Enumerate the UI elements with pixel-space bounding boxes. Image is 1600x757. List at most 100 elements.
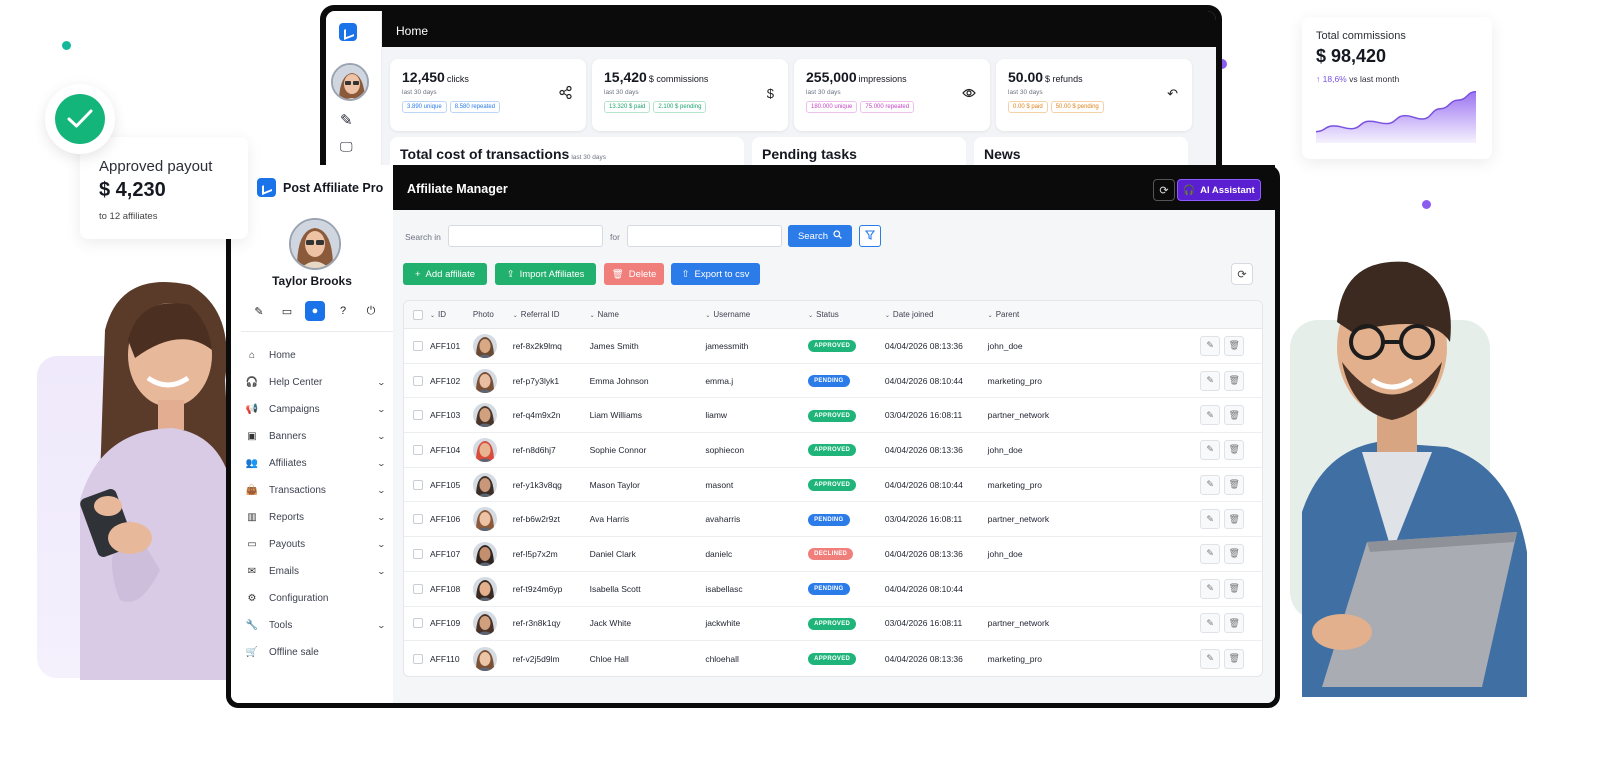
filter-button[interactable]: [859, 225, 881, 247]
status-badge: APPROVED: [808, 479, 857, 492]
sidebar-item-campaigns[interactable]: 📢 Campaigns ⌄: [245, 396, 387, 423]
user-avatar[interactable]: [289, 218, 341, 270]
power-icon[interactable]: ⏻: [361, 301, 381, 321]
row-checkbox[interactable]: [413, 340, 423, 351]
delete-row-button[interactable]: 🗑: [1224, 439, 1245, 460]
row-checkbox[interactable]: [413, 410, 423, 421]
column-parent[interactable]: ⌄ Parent: [988, 310, 1201, 319]
add-affiliate-button[interactable]: + Add affiliate: [403, 263, 487, 285]
row-checkbox[interactable]: [413, 583, 423, 594]
monitor-icon[interactable]: 🖵: [340, 139, 353, 155]
sidebar-item-affiliates[interactable]: 👥 Affiliates ⌄: [245, 450, 387, 477]
chevron-down-icon[interactable]: ⌄: [377, 432, 386, 441]
edit-button[interactable]: ✎: [1200, 439, 1221, 460]
column-referral-id[interactable]: ⌄ Referral ID: [513, 310, 590, 319]
edit-button[interactable]: ✎: [1200, 335, 1221, 356]
sidebar-item-offline-sale[interactable]: 🛒 Offline sale: [245, 639, 385, 666]
pencil-icon[interactable]: ✎: [249, 301, 269, 321]
pencil-icon: ✎: [1206, 548, 1214, 559]
row-checkbox[interactable]: [413, 375, 423, 386]
chevron-down-icon[interactable]: ⌄: [377, 459, 386, 468]
chevron-down-icon[interactable]: ⌄: [377, 378, 386, 387]
cell-id: AFF101: [429, 340, 461, 351]
sidebar-item-label: Configuration: [269, 593, 329, 604]
edit-button[interactable]: ✎: [1200, 474, 1221, 495]
user-circle-icon[interactable]: ●: [305, 301, 325, 321]
dashboard-avatar[interactable]: [331, 63, 369, 101]
search-for-field[interactable]: [627, 225, 782, 247]
sidebar-item-banners[interactable]: ▣ Banners ⌄: [245, 423, 386, 450]
edit-button[interactable]: ✎: [1200, 648, 1221, 669]
cell-username: sophiecon: [705, 444, 745, 455]
table-row[interactable]: AFF106 ref-b6w2r9zt Ava Harris avaharris PEN…: [404, 502, 1262, 538]
edit-button[interactable]: ✎: [1200, 405, 1221, 426]
table-row[interactable]: AFF101 ref-8x2k9lmq James Smith jamessmith A…: [404, 329, 1262, 364]
export-csv-button[interactable]: ⇧ Export to csv: [671, 263, 760, 285]
stat-card-refunds[interactable]: 50.00 $ refunds last 30 days 0.00 $ paid 5…: [996, 59, 1192, 131]
stat-card-clicks[interactable]: 12,450 clicks last 30 days 3.890 unique 8.…: [390, 59, 586, 131]
chevron-down-icon[interactable]: ⌄: [377, 540, 386, 549]
sidebar-item-emails[interactable]: ✉ Emails ⌄: [245, 558, 387, 585]
sidebar-item-configuration[interactable]: ⚙ Configuration: [245, 585, 385, 612]
delete-row-button[interactable]: 🗑: [1224, 335, 1245, 356]
table-refresh-button[interactable]: ⟳: [1231, 263, 1253, 285]
chevron-down-icon[interactable]: ⌄: [377, 513, 386, 522]
row-checkbox[interactable]: [413, 444, 423, 455]
row-checkbox[interactable]: [413, 479, 423, 490]
edit-button[interactable]: ✎: [1200, 578, 1221, 599]
sidebar-item-payouts[interactable]: ▭ Payouts ⌄: [245, 531, 386, 558]
ai-assistant-button[interactable]: 🎧 AI Assistant: [1177, 179, 1261, 201]
row-checkbox[interactable]: [413, 618, 423, 629]
stat-card-commissions[interactable]: 15,420 $ commissions last 30 days 13.320 …: [592, 59, 788, 131]
sidebar-item-tools[interactable]: 🔧 Tools ⌄: [245, 612, 387, 639]
row-checkbox[interactable]: [413, 653, 423, 664]
column-status[interactable]: ⌄ Status: [808, 310, 885, 319]
column-id[interactable]: ⌄ ID: [430, 310, 473, 319]
edit-button[interactable]: ✎: [1200, 543, 1221, 564]
sidebar-item-reports[interactable]: ▥ Reports ⌄: [245, 504, 386, 531]
row-checkbox[interactable]: [413, 548, 423, 559]
delete-row-button[interactable]: 🗑: [1224, 474, 1245, 495]
delete-row-button[interactable]: 🗑: [1224, 405, 1245, 426]
table-row[interactable]: AFF107 ref-l5p7x2m Daniel Clark danielc DECL…: [404, 537, 1262, 572]
delete-row-button[interactable]: 🗑: [1224, 543, 1245, 564]
delete-row-button[interactable]: 🗑: [1224, 509, 1245, 530]
delete-button[interactable]: 🗑 Delete: [604, 263, 664, 285]
column-username[interactable]: ⌄ Username: [705, 310, 808, 319]
table-row[interactable]: AFF110 ref-v2j5d9lm Chloe Hall chloehall APP…: [404, 641, 1262, 676]
sidebar-item-help-center[interactable]: 🎧 Help Center ⌄: [245, 369, 387, 396]
delete-row-button[interactable]: 🗑: [1224, 648, 1245, 669]
import-affiliates-button[interactable]: ⇪ Import Affiliates: [495, 263, 596, 285]
table-row[interactable]: AFF105 ref-y1k3v8qg Mason Taylor masont APPR…: [404, 468, 1262, 503]
refresh-button[interactable]: ⟳: [1153, 179, 1175, 201]
column-name[interactable]: ⌄ Name: [590, 310, 706, 319]
column-date-joined[interactable]: ⌄ Date joined: [885, 310, 988, 319]
brand[interactable]: Post Affiliate Pro: [231, 165, 393, 210]
table-row[interactable]: AFF102 ref-p7y3lyk1 Emma Johnson emma.j PEND…: [404, 364, 1262, 399]
chevron-down-icon[interactable]: ⌄: [377, 405, 386, 414]
search-button[interactable]: Search: [788, 225, 852, 247]
edit-button[interactable]: ✎: [1200, 613, 1221, 634]
edit-button[interactable]: ✎: [1200, 509, 1221, 530]
delete-row-button[interactable]: 🗑: [1224, 578, 1245, 599]
table-row[interactable]: AFF103 ref-q4m9x2n Liam Williams liamw APPRO…: [404, 398, 1262, 434]
table-row[interactable]: AFF109 ref-r3n8k1qy Jack White jackwhite APP…: [404, 607, 1262, 642]
chevron-down-icon[interactable]: ⌄: [377, 486, 386, 495]
row-checkbox[interactable]: [413, 514, 423, 525]
table-row[interactable]: AFF108 ref-t9z4m6yp Isabella Scott isabella…: [404, 572, 1262, 607]
delete-row-button[interactable]: 🗑: [1224, 613, 1245, 634]
chart-icon: ▥: [247, 512, 257, 523]
search-in-field[interactable]: [448, 225, 603, 247]
sidebar-item-home[interactable]: ⌂ Home: [245, 342, 385, 369]
delete-row-button[interactable]: 🗑: [1224, 370, 1245, 391]
stat-card-impressions[interactable]: 255,000 impressions last 30 days 180.000 …: [794, 59, 990, 131]
pencil-icon[interactable]: ✎: [340, 111, 353, 129]
table-row[interactable]: AFF104 ref-n8d6hj7 Sophie Connor sophiecon A…: [404, 433, 1262, 468]
help-icon[interactable]: ?: [333, 301, 353, 321]
chevron-down-icon[interactable]: ⌄: [377, 621, 386, 630]
chevron-down-icon[interactable]: ⌄: [377, 567, 386, 576]
monitor-icon[interactable]: ▭: [277, 301, 297, 321]
edit-button[interactable]: ✎: [1200, 370, 1221, 391]
sidebar-item-transactions[interactable]: 👜 Transactions ⌄: [245, 477, 387, 504]
select-all-checkbox[interactable]: [413, 309, 423, 320]
